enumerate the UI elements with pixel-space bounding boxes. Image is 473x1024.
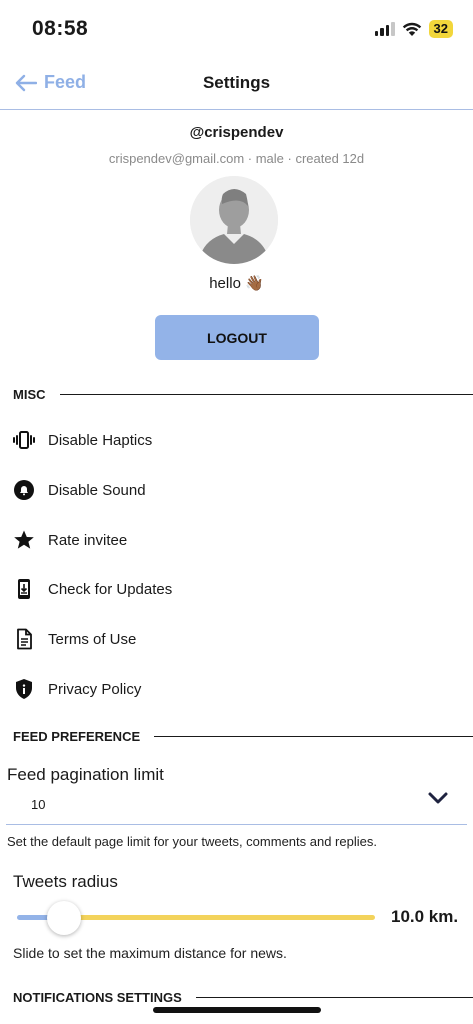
menu-item-check-for-updates[interactable]: Check for Updates bbox=[12, 574, 473, 604]
section-feed-preference: FEED PREFERENCE bbox=[13, 726, 473, 746]
wifi-icon bbox=[402, 22, 421, 36]
chevron-down-icon[interactable] bbox=[426, 788, 450, 813]
section-title: FEED PREFERENCE bbox=[13, 728, 141, 744]
section-title: NOTIFICATIONS SETTINGS bbox=[13, 989, 182, 1005]
profile-bio: hello 👋🏾 bbox=[209, 275, 264, 292]
section-divider bbox=[195, 996, 473, 998]
shield-icon bbox=[12, 677, 36, 701]
menu-item-privacy-policy[interactable]: Privacy Policy bbox=[12, 674, 473, 704]
tweets-radius-slider[interactable] bbox=[17, 901, 375, 935]
slider-thumb[interactable] bbox=[47, 901, 81, 935]
menu-item-label: Check for Updates bbox=[48, 580, 173, 598]
menu-item-label: Disable Haptics bbox=[48, 431, 153, 449]
person-silhouette-icon bbox=[190, 176, 278, 264]
feed-pagination-helper: Set the default page limit for your twee… bbox=[7, 834, 377, 849]
slider-track-remaining bbox=[64, 915, 375, 920]
section-misc: MISC bbox=[13, 384, 473, 404]
feed-pagination-select[interactable]: 10 bbox=[31, 797, 45, 812]
cellular-signal-icon bbox=[374, 22, 395, 36]
profile-handle: @crispendev bbox=[189, 124, 284, 141]
status-bar: 08:58 32 bbox=[0, 0, 473, 58]
bell-icon bbox=[12, 478, 36, 502]
menu-item-disable-sound[interactable]: Disable Sound bbox=[12, 475, 473, 505]
home-indicator[interactable] bbox=[153, 1007, 321, 1013]
page-title: Settings bbox=[202, 73, 271, 92]
tweets-radius-value: 10.0 km. bbox=[391, 907, 459, 926]
star-icon bbox=[12, 528, 36, 552]
status-time: 08:58 bbox=[32, 17, 89, 40]
section-divider bbox=[59, 393, 473, 395]
logout-button[interactable]: LOGOUT bbox=[155, 315, 319, 360]
menu-item-label: Privacy Policy bbox=[48, 680, 142, 698]
tweets-radius-helper: Slide to set the maximum distance for ne… bbox=[13, 945, 287, 961]
profile-meta: crispendev@gmail.com · male · created 12… bbox=[108, 151, 365, 166]
section-divider bbox=[154, 735, 473, 737]
menu-item-label: Rate invitee bbox=[48, 531, 128, 549]
nav-header: Feed Settings bbox=[0, 58, 473, 110]
menu-item-rate-invitee[interactable]: Rate invitee bbox=[12, 525, 473, 555]
status-indicators: 32 bbox=[374, 20, 453, 38]
menu-item-terms-of-use[interactable]: Terms of Use bbox=[12, 624, 473, 654]
battery-indicator: 32 bbox=[428, 20, 453, 38]
menu-item-label: Disable Sound bbox=[48, 481, 146, 499]
avatar[interactable] bbox=[190, 176, 278, 264]
tweets-radius-label: Tweets radius bbox=[13, 872, 118, 891]
section-notifications-settings: NOTIFICATIONS SETTINGS bbox=[13, 987, 473, 1007]
feed-pagination-underline bbox=[6, 824, 467, 825]
section-title: MISC bbox=[13, 386, 46, 402]
feed-pagination-label: Feed pagination limit bbox=[7, 765, 164, 784]
menu-item-label: Terms of Use bbox=[48, 630, 137, 648]
download-phone-icon bbox=[12, 577, 36, 601]
menu-item-disable-haptics[interactable]: Disable Haptics bbox=[12, 425, 473, 455]
document-icon bbox=[12, 627, 36, 651]
vibration-icon bbox=[12, 428, 36, 452]
